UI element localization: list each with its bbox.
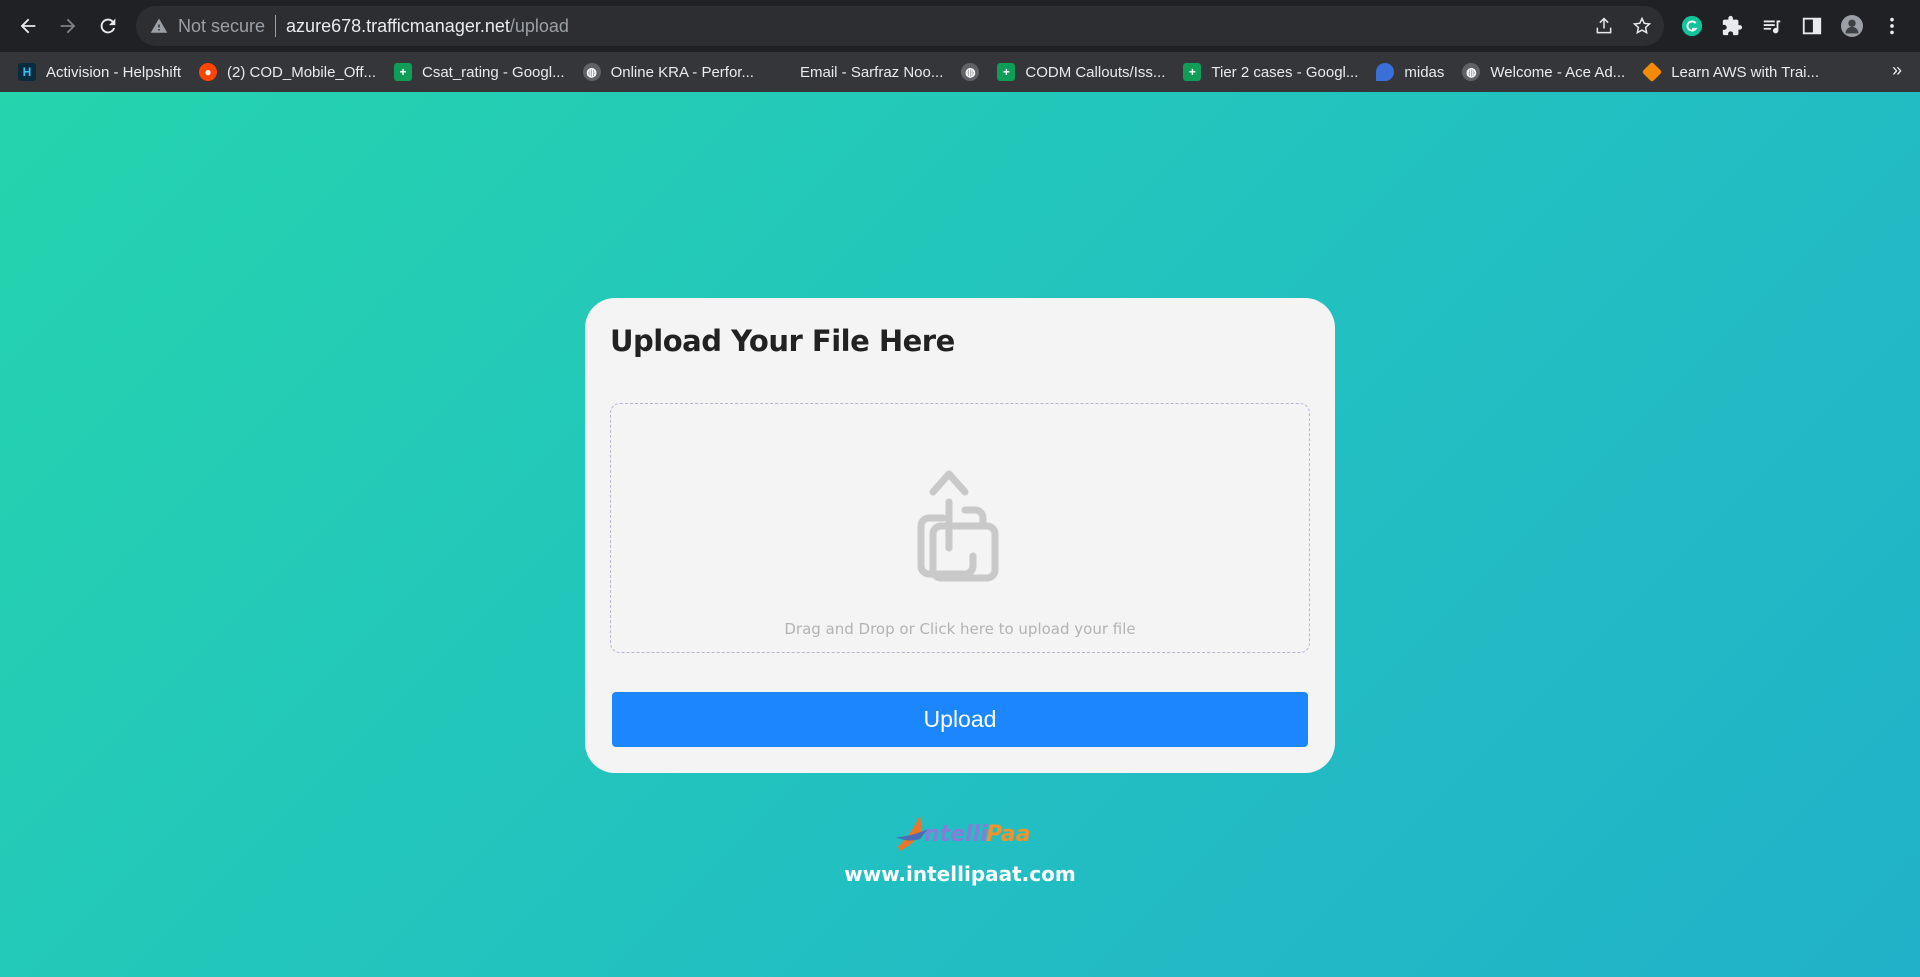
bookmark-label: Tier 2 cases - Googl...	[1211, 63, 1359, 81]
arrow-right-icon	[60, 18, 76, 34]
warning-icon	[150, 18, 168, 33]
more-bookmarks-button[interactable]: »	[1892, 60, 1902, 81]
globe-icon: ◍	[961, 63, 980, 81]
side-panel-button[interactable]	[1798, 12, 1826, 40]
upload-card: Upload Your File Here Drag and Drop or C…	[585, 298, 1335, 773]
svg-text:ntelli: ntelli	[924, 822, 988, 847]
bookmark-label: Email - Sarfraz Noo...	[799, 63, 944, 81]
bookmark-label: Activision - Helpshift	[46, 63, 182, 81]
star-icon	[1632, 16, 1652, 35]
browser-toolbar: Not secure azure678.trafficmanager.net/u…	[0, 0, 1920, 52]
bookmark-item[interactable]: H Activision - Helpshift	[18, 63, 181, 81]
globe-icon: ◍	[582, 63, 601, 81]
bookmark-label: midas	[1404, 63, 1445, 81]
bookmark-item[interactable]: ◍ Online KRA - Perfor...	[582, 63, 754, 81]
side-panel-icon	[1802, 17, 1822, 35]
google-sheets-icon: +	[997, 63, 1016, 81]
avatar	[1841, 15, 1863, 37]
page-background: Upload Your File Here Drag and Drop or C…	[0, 92, 1920, 977]
google-sheets-icon: +	[1183, 63, 1202, 81]
bookmarks-bar: H Activision - Helpshift ● (2) COD_Mobil…	[0, 52, 1920, 92]
share-button[interactable]	[1592, 14, 1616, 38]
kebab-menu-icon	[1890, 17, 1894, 35]
bookmark-item[interactable]: ◍	[961, 63, 980, 81]
url-host: azure678.trafficmanager.net	[286, 15, 510, 36]
bookmark-star-button[interactable]	[1630, 14, 1654, 38]
page-title: Upload Your File Here	[610, 324, 955, 358]
microsoft-icon	[772, 63, 790, 81]
bookmark-item[interactable]: ● (2) COD_Mobile_Off...	[199, 63, 376, 81]
omnibox-divider	[275, 15, 277, 37]
bookmark-label: Csat_rating - Googl...	[422, 63, 565, 81]
bookmark-item[interactable]: midas	[1376, 63, 1444, 81]
reload-icon	[100, 18, 116, 34]
reddit-icon: ●	[199, 63, 218, 81]
url-path: /upload	[509, 15, 569, 36]
bookmark-label: Welcome - Ace Ad...	[1490, 63, 1626, 81]
playlist-icon	[1763, 20, 1781, 34]
bookmark-item[interactable]: Learn AWS with Trai...	[1642, 61, 1820, 83]
bookmark-label: Online KRA - Perfor...	[610, 63, 754, 81]
address-bar[interactable]: Not secure azure678.trafficmanager.net/u…	[136, 6, 1664, 46]
midas-icon	[1376, 63, 1395, 81]
extensions-button[interactable]	[1718, 12, 1746, 40]
forward-button[interactable]	[52, 10, 84, 42]
aws-cube-icon	[1642, 61, 1663, 83]
share-icon	[1596, 17, 1612, 34]
bookmark-item[interactable]: ◍ Welcome - Ace Ad...	[1462, 63, 1625, 81]
chrome-menu-button[interactable]	[1878, 12, 1906, 40]
bookmark-label: CODM Callouts/Iss...	[1025, 63, 1166, 81]
bookmark-item[interactable]: + CODM Callouts/Iss...	[997, 63, 1165, 81]
file-dropzone[interactable]: Drag and Drop or Click here to upload yo…	[610, 403, 1310, 653]
reload-button[interactable]	[92, 10, 124, 42]
profile-button[interactable]	[1838, 12, 1866, 40]
bookmark-label: (2) COD_Mobile_Off...	[227, 63, 376, 81]
bookmark-label: Learn AWS with Trai...	[1671, 63, 1820, 81]
google-sheets-icon: +	[394, 63, 412, 81]
puzzle-icon	[1722, 15, 1743, 36]
grammarly-extension[interactable]	[1678, 12, 1706, 40]
bookmark-item[interactable]: + Tier 2 cases - Googl...	[1183, 63, 1358, 81]
helpshift-icon: H	[18, 63, 36, 81]
back-button[interactable]	[12, 10, 44, 42]
upload-file-icon	[917, 470, 999, 582]
url-text[interactable]: azure678.trafficmanager.net/upload	[286, 16, 569, 37]
arrow-left-icon	[20, 18, 36, 34]
globe-icon: ◍	[1462, 63, 1481, 81]
grammarly-icon	[1681, 15, 1703, 37]
intellipaat-logo: ntelli Paat	[896, 815, 1030, 851]
dropzone-instructions: Drag and Drop or Click here to upload yo…	[784, 620, 1136, 638]
bookmark-item[interactable]: + Csat_rating - Googl...	[394, 63, 565, 81]
upload-button[interactable]: Upload	[612, 692, 1308, 747]
svg-text:Paat: Paat	[986, 822, 1030, 847]
security-label[interactable]: Not secure	[178, 16, 265, 37]
media-controls-button[interactable]	[1758, 12, 1786, 40]
bookmark-item[interactable]: Email - Sarfraz Noo...	[772, 63, 943, 81]
site-url[interactable]: www.intellipaat.com	[0, 862, 1920, 886]
